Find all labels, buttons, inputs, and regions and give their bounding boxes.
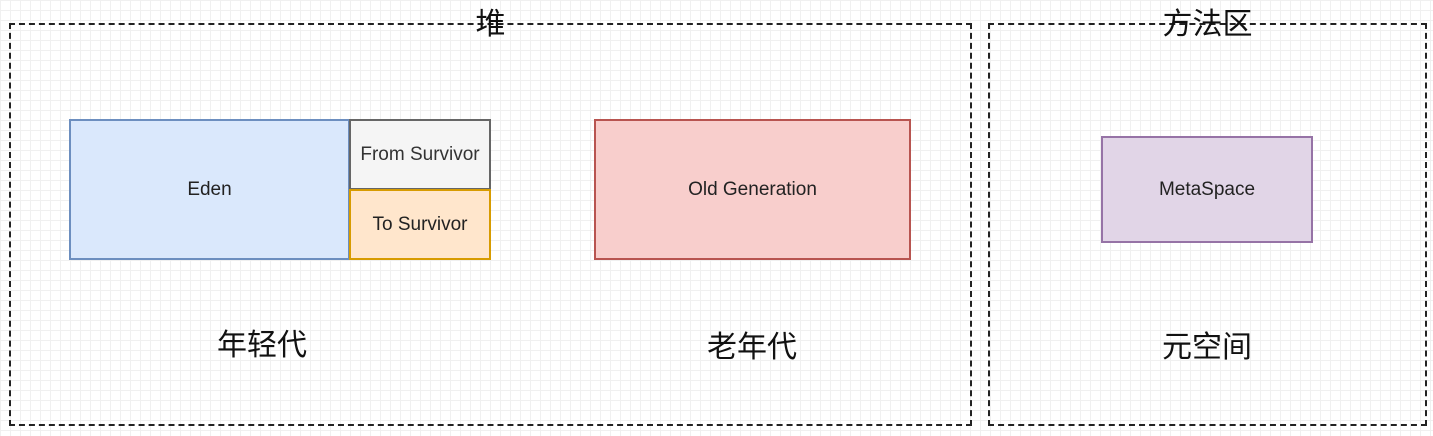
young-generation-caption: 年轻代 (217, 328, 307, 363)
old-generation-caption: 老年代 (707, 330, 797, 365)
to-survivor-box[interactable]: To Survivor (349, 189, 491, 260)
method-area-title: 方法区 (990, 5, 1425, 45)
eden-box[interactable]: Eden (69, 119, 350, 260)
metaspace-box[interactable]: MetaSpace (1101, 136, 1313, 243)
heap-title: 堆 (11, 5, 970, 45)
from-survivor-box[interactable]: From Survivor (349, 119, 491, 190)
method-area-title-text: 方法区 (1162, 7, 1253, 42)
from-survivor-label: From Survivor (360, 143, 480, 165)
to-survivor-label: To Survivor (372, 213, 468, 235)
metaspace-label: MetaSpace (1158, 178, 1256, 200)
eden-label: Eden (187, 178, 232, 200)
old-generation-box[interactable]: Old Generation (594, 119, 911, 260)
heap-title-text: 堆 (475, 7, 506, 42)
metaspace-caption: 元空间 (1162, 330, 1252, 365)
old-generation-label: Old Generation (688, 178, 817, 200)
